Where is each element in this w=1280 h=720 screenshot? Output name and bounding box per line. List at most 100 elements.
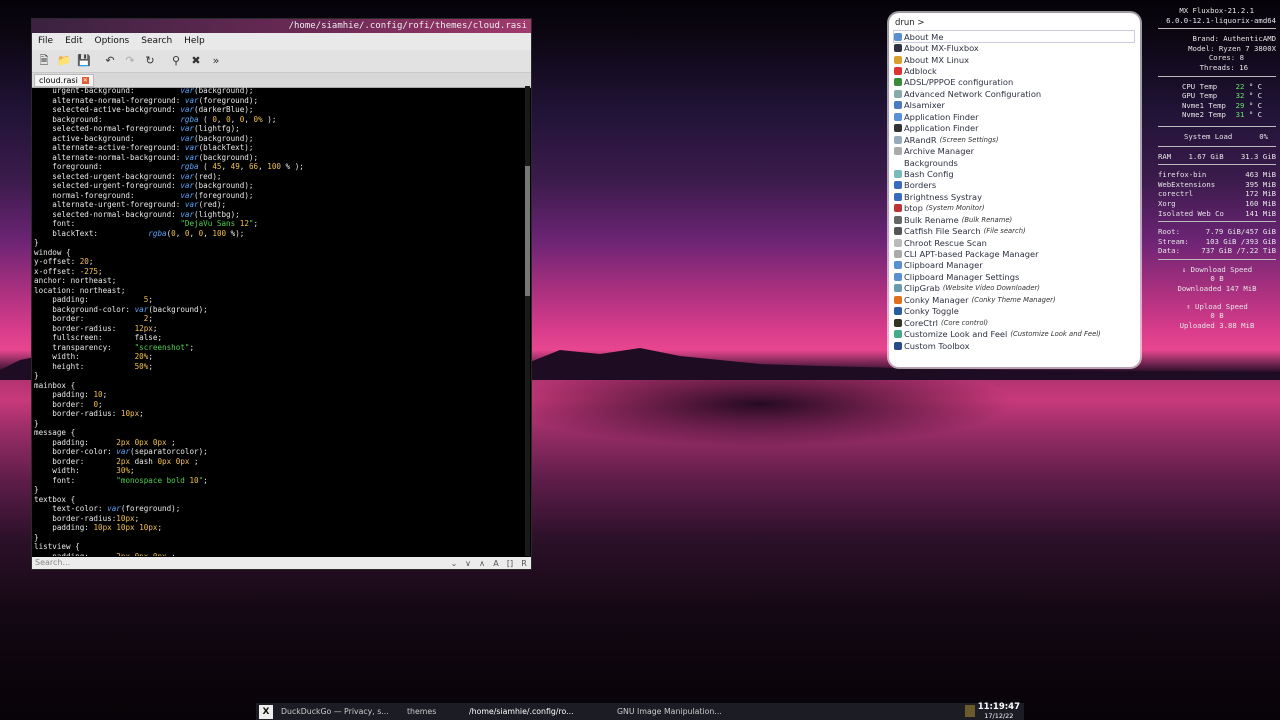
rofi-item-description: (File search): [983, 227, 1026, 236]
code-line: padding: 10;: [34, 390, 108, 399]
divider: [1158, 164, 1276, 166]
ram-used: 1.67 GiB: [1188, 151, 1224, 161]
rofi-item[interactable]: CoreCtrl (Core control): [894, 317, 1134, 328]
rofi-item-label: About MX-Fluxbox: [904, 43, 979, 54]
find-next-icon[interactable]: ∨: [461, 559, 475, 568]
rofi-item-description: (Core control): [940, 318, 989, 327]
rofi-item[interactable]: Clipboard Manager Settings: [894, 271, 1134, 282]
code-area[interactable]: urgent-background: var(background); alte…: [32, 86, 526, 556]
rofi-item[interactable]: Application Finder: [894, 111, 1134, 122]
rofi-item[interactable]: Conky Toggle: [894, 306, 1134, 317]
rofi-item[interactable]: Customize Look and Feel (Customize Look a…: [894, 328, 1134, 339]
temp-unit: ° C: [1248, 91, 1262, 101]
rofi-item[interactable]: ClipGrab (Website Video Downloader): [894, 283, 1134, 294]
uploaded-total: Uploaded 3.88 MiB: [1179, 320, 1255, 330]
regex-icon[interactable]: R: [517, 559, 531, 568]
rofi-item[interactable]: Conky Manager (Conky Theme Manager): [894, 294, 1134, 305]
temp-label: Nvme1 Temp: [1182, 100, 1226, 110]
rofi-item[interactable]: Backgrounds: [894, 157, 1134, 168]
rofi-item[interactable]: CLI APT-based Package Manager: [894, 248, 1134, 259]
match-case-icon[interactable]: A: [489, 559, 503, 568]
rofi-item[interactable]: About MX-Fluxbox: [894, 42, 1134, 53]
save-file-icon[interactable]: 💾: [76, 53, 92, 69]
process-mem: 463 MiB: [1245, 170, 1276, 180]
clock[interactable]: 11:19:47 17/12/22: [978, 703, 1020, 720]
disk-usage: 737 GiB /7.22 TiB: [1201, 246, 1276, 256]
open-file-icon[interactable]: 📁: [56, 53, 72, 69]
tray-icon[interactable]: [965, 705, 975, 717]
process-name: WebExtensions: [1158, 179, 1216, 189]
rofi-item[interactable]: About MX Linux: [894, 54, 1134, 65]
rofi-prompt[interactable]: drun >: [895, 18, 925, 28]
rofi-item[interactable]: Bulk Rename (Bulk Rename): [894, 214, 1134, 225]
menu-help[interactable]: Help: [178, 33, 211, 50]
x-logo-icon[interactable]: X: [259, 704, 273, 719]
rofi-item[interactable]: Custom Toolbox: [894, 340, 1134, 351]
temp-unit: ° C: [1248, 100, 1262, 110]
code-line: font: "monospace bold 10";: [34, 475, 208, 485]
search-icon[interactable]: ⚲: [168, 53, 184, 69]
rofi-item[interactable]: Adblock: [894, 65, 1134, 76]
menu-options[interactable]: Options: [89, 33, 136, 50]
rofi-item[interactable]: Borders: [894, 180, 1134, 191]
more-icon[interactable]: »: [208, 53, 224, 69]
rofi-item[interactable]: ADSL/PPPOE configuration: [894, 77, 1134, 88]
rofi-item[interactable]: Clipboard Manager: [894, 260, 1134, 271]
app-icon: [894, 215, 902, 224]
rofi-item-label: CLI APT-based Package Manager: [904, 249, 1039, 260]
scrollbar-thumb[interactable]: [525, 166, 530, 296]
tab-cloud-rasi[interactable]: cloud.rasi ✕: [34, 73, 94, 87]
menu-file[interactable]: File: [32, 33, 59, 50]
sysload-label: System Load: [1184, 131, 1233, 141]
rofi-item[interactable]: About Me: [893, 29, 1135, 44]
rofi-launcher: drun > About Me About MX-Fluxbox About MX …: [889, 13, 1140, 367]
rofi-item-label: Customize Look and Feel: [904, 329, 1008, 340]
rofi-item[interactable]: Catfish File Search (File search): [894, 225, 1134, 236]
rofi-item[interactable]: Application Finder: [894, 123, 1134, 134]
menu-search[interactable]: Search: [135, 33, 178, 50]
whole-word-icon[interactable]: []: [503, 559, 517, 568]
task-gimp[interactable]: GNU Image Manipulation...: [609, 707, 735, 716]
toolbar: 🗎 📁 💾 ↶ ↷ ↻ ⚲ ✖ »: [32, 50, 531, 73]
find-prev-icon[interactable]: ∧: [475, 559, 489, 568]
download-speed: 0 B: [1210, 274, 1224, 284]
task-themes[interactable]: themes: [399, 707, 461, 716]
task-firefox[interactable]: DuckDuckGo — Privacy, s...: [273, 707, 399, 716]
app-icon: [894, 192, 902, 201]
rofi-item[interactable]: Alsamixer: [894, 100, 1134, 111]
search-input[interactable]: Search...: [33, 558, 447, 568]
app-icon: [894, 204, 902, 213]
process-name: corectrl: [1158, 189, 1194, 199]
code-line: fullscreen: false;: [34, 333, 163, 342]
disk-row: Data: 737 GiB /7.22 TiB: [1158, 246, 1276, 256]
app-icon: [894, 238, 902, 247]
window-title[interactable]: /home/siamhie/.config/rofi/themes/cloud.…: [32, 19, 531, 33]
new-file-icon[interactable]: 🗎: [36, 53, 52, 69]
rofi-item[interactable]: Bash Config: [894, 168, 1134, 179]
undo-icon[interactable]: ↶: [102, 53, 118, 69]
rofi-item[interactable]: Advanced Network Configuration: [894, 88, 1134, 99]
disk-list: Root: 7.79 GiB/457 GiB Stream: 103 GiB /393…: [1158, 227, 1276, 256]
disk-usage: 103 GiB /393 GiB: [1205, 236, 1276, 246]
rofi-item[interactable]: Brightness Systray: [894, 191, 1134, 202]
upload-icon: ⇑: [1186, 301, 1191, 311]
rofi-item-label: ADSL/PPPOE configuration: [904, 77, 1014, 88]
rofi-item-label: btop: [904, 203, 923, 214]
download-icon: ⇓: [1181, 264, 1187, 274]
app-icon: [894, 169, 902, 178]
rofi-item[interactable]: btop (System Monitor): [894, 203, 1134, 214]
task-editor[interactable]: /home/siamhie/.config/ro...: [461, 707, 609, 716]
redo-icon[interactable]: ↷: [122, 53, 138, 69]
close-icon[interactable]: ✕: [81, 76, 89, 84]
reload-icon[interactable]: ↻: [142, 53, 158, 69]
temp-row: GPU Temp 32 ° C: [1158, 91, 1276, 101]
app-icon: [894, 158, 902, 167]
vertical-scrollbar[interactable]: [525, 86, 530, 556]
menu-edit[interactable]: Edit: [59, 33, 88, 50]
rofi-item[interactable]: Archive Manager: [894, 145, 1134, 156]
rofi-item[interactable]: Chroot Rescue Scan: [894, 237, 1134, 248]
code-line: border: 0;: [34, 399, 103, 409]
rofi-item[interactable]: ARandR (Screen Settings): [894, 134, 1134, 145]
chevron-down-icon[interactable]: ⌄: [447, 559, 461, 568]
replace-icon[interactable]: ✖: [188, 53, 204, 69]
